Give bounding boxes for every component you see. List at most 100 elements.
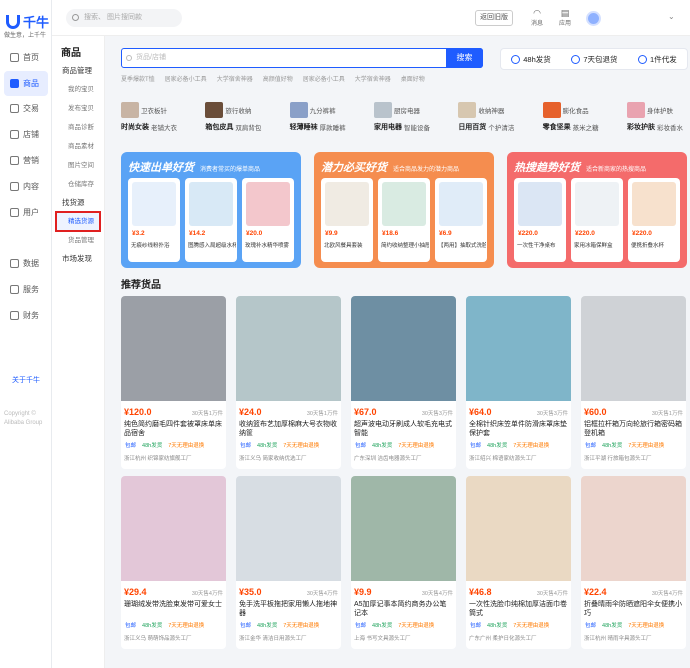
shop-info[interactable]: 浙江杭州 织锦家纺旗舰工厂: [124, 454, 223, 462]
sub-item[interactable]: 货品管理: [52, 231, 104, 250]
nav-item-0[interactable]: 首页: [0, 45, 52, 70]
product-name[interactable]: A5加厚记事本简约商务办公笔记本: [354, 600, 453, 618]
sub-item-selected[interactable]: 精选货源: [55, 211, 101, 232]
qianniu-logo[interactable]: 千牛: [6, 12, 49, 31]
category-sub[interactable]: 膨化食品: [563, 105, 589, 115]
product-image[interactable]: [581, 476, 686, 581]
nav-item-1[interactable]: 商品: [4, 71, 48, 96]
nav-item-6[interactable]: 用户: [0, 200, 52, 225]
promo-product[interactable]: ¥6.9 【两用】抽取式洗脸巾: [435, 178, 487, 262]
product-name[interactable]: 一次性洗脸巾纯棉加厚洁面巾卷筒式: [469, 600, 568, 618]
hot-keyword[interactable]: 高颜值好物: [263, 77, 293, 83]
product-card[interactable]: ¥46.8 30天售4万件 一次性洗脸巾纯棉加厚洁面巾卷筒式 包邮 48h发货 7天无理由…: [466, 476, 571, 649]
product-image[interactable]: [466, 296, 571, 401]
promo-card[interactable]: 快速出单好货 消费者常买的爆单商品 ¥3.2 无痕纱线粉扑浴 ¥14.2 图腾感入局超级水…: [121, 152, 301, 268]
promo-product[interactable]: ¥3.2 无痕纱线粉扑浴: [128, 178, 180, 262]
goods-search-input[interactable]: 货品/店铺: [121, 48, 483, 68]
group-find-source[interactable]: 找货源: [52, 194, 104, 212]
category-sub[interactable]: 蒸米之糖: [573, 122, 599, 132]
product-name[interactable]: 纯色简约磨毛四件套被罩床单床品宿舍: [124, 420, 223, 438]
shop-info[interactable]: 浙江杭州 晴雨伞具源头工厂: [584, 634, 683, 642]
promo-product[interactable]: ¥20.0 玫瑰补水精华喷雾: [242, 178, 294, 262]
promo-product[interactable]: ¥14.2 图腾感入局超级水杯: [185, 178, 237, 262]
shop-info[interactable]: 浙江平湖 行旅箱包源头工厂: [584, 454, 683, 462]
sub-item[interactable]: 仓储库存: [52, 175, 104, 194]
nav-item-2[interactable]: 交易: [0, 96, 52, 121]
promo-product[interactable]: ¥18.6 简约收纳整理小抽屉: [378, 178, 430, 262]
category-main[interactable]: 箱包皮具: [205, 122, 233, 132]
shop-info[interactable]: 上海 书写文具源头工厂: [354, 634, 453, 642]
nav-item-8[interactable]: 服务: [0, 277, 52, 302]
shop-info[interactable]: 浙江金华 清洁日用源头工厂: [239, 634, 338, 642]
promo-product[interactable]: ¥9.9 北欧风餐具套装: [321, 178, 373, 262]
app-button[interactable]: ▤ 应用: [554, 8, 576, 27]
product-image[interactable]: [351, 476, 456, 581]
product-card[interactable]: ¥29.4 30天售4万件 珊瑚绒发带洗脸束发带可爱女士 包邮 48h发货 7天无理由退换…: [121, 476, 226, 649]
category-sub[interactable]: 厨房电器: [394, 105, 420, 115]
promo-card[interactable]: 潜力必买好货 适合商品发力的潜力商品 ¥9.9 北欧风餐具套装 ¥18.6 简约收纳整理小…: [314, 152, 494, 268]
category-main[interactable]: 时尚女装: [121, 122, 149, 132]
shop-info[interactable]: 浙江义乌 萌萌饰品源头工厂: [124, 634, 223, 642]
product-card[interactable]: ¥64.0 30天售3万件 全棉针织床笠单件防滑床罩床垫保护套 包邮 48h发货 7天无理…: [466, 296, 571, 469]
nav-item-4[interactable]: 营销: [0, 148, 52, 173]
category-sub[interactable]: 厚款睡裤: [320, 122, 346, 132]
product-name[interactable]: 珊瑚绒发带洗脸束发带可爱女士: [124, 600, 223, 618]
product-image[interactable]: [236, 476, 341, 581]
promo-product[interactable]: ¥220.0 家用冰箱保鲜盒: [571, 178, 623, 262]
category-sub[interactable]: 个护清洁: [488, 122, 514, 132]
category-sub[interactable]: 旅行收纳: [225, 105, 251, 115]
avatar[interactable]: [586, 11, 601, 26]
category-item[interactable]: 家用电器 厨房电器智能设备: [373, 102, 436, 134]
promo-product[interactable]: ¥220.0 便携折叠水杯: [628, 178, 680, 262]
product-image[interactable]: [351, 296, 456, 401]
nav-item-3[interactable]: 店铺: [0, 122, 52, 147]
category-item[interactable]: 箱包皮具 旅行收纳双肩背包: [205, 102, 267, 134]
category-main[interactable]: 家用电器: [374, 122, 402, 132]
product-name[interactable]: 铝框拉杆箱万向轮旅行箱密码箱登机箱: [584, 420, 683, 438]
category-item[interactable]: 轻薄睡袜 九分裤裤厚款睡裤: [289, 102, 352, 134]
product-card[interactable]: ¥60.0 30天售1万件 铝框拉杆箱万向轮旅行箱密码箱登机箱 包邮 48h发货 7天无理…: [581, 296, 686, 469]
hot-keyword[interactable]: 居家必备小工具: [303, 77, 345, 83]
global-search-input[interactable]: 搜索、 图片搜同款: [66, 9, 182, 27]
search-button[interactable]: 搜索: [446, 48, 483, 68]
shop-info[interactable]: 浙江绍兴 棉语家纺源头工厂: [469, 454, 568, 462]
nav-item-5[interactable]: 内容: [0, 174, 52, 199]
product-name[interactable]: 超声波电动牙刷成人软毛充电式智能: [354, 420, 453, 438]
product-image[interactable]: [121, 476, 226, 581]
sub-item[interactable]: 我的宝贝: [52, 80, 104, 99]
category-sub[interactable]: 智能设备: [404, 122, 430, 132]
sub-item[interactable]: 图片空间: [52, 156, 104, 175]
category-main[interactable]: 彩妆护肤: [627, 122, 655, 132]
hot-keyword[interactable]: 桌面好物: [401, 77, 425, 83]
product-card[interactable]: ¥67.0 30天售3万件 超声波电动牙刷成人软毛充电式智能 包邮 48h发货 7天无理由…: [351, 296, 456, 469]
promo-product[interactable]: ¥220.0 一次性干净桌布: [514, 178, 566, 262]
product-card[interactable]: ¥35.0 30天售4万件 免手洗平板拖把家用懒人拖地神器 包邮 48h发货 7天无理由退…: [236, 476, 341, 649]
product-image[interactable]: [236, 296, 341, 401]
category-sub[interactable]: 双肩背包: [235, 122, 261, 132]
old-version-button[interactable]: 返回旧版: [475, 10, 513, 26]
product-image[interactable]: [581, 296, 686, 401]
about-link[interactable]: 关于千牛: [12, 375, 40, 385]
nav-item-9[interactable]: 财务: [0, 303, 52, 328]
message-button[interactable]: ◠ 消息: [526, 8, 548, 27]
category-main[interactable]: 轻薄睡袜: [290, 122, 318, 132]
category-sub[interactable]: 卫衣板针: [141, 105, 167, 115]
product-name[interactable]: 折叠晴雨伞防晒遮阳伞女便携小巧: [584, 600, 683, 618]
category-item[interactable]: 日用百货 收纳神器 个护清洁: [458, 102, 520, 134]
shop-info[interactable]: 广东广州 柔护日化源头工厂: [469, 634, 568, 642]
category-sub[interactable]: 九分裤裤: [310, 105, 336, 115]
promo-card[interactable]: 热搜趋势好货 适合新商家的热搜商品 ¥220.0 一次性干净桌布 ¥220.0 家用冰箱保…: [507, 152, 687, 268]
product-image[interactable]: [121, 296, 226, 401]
product-name[interactable]: 免手洗平板拖把家用懒人拖地神器: [239, 600, 338, 618]
nav-item-7[interactable]: 数据: [0, 251, 52, 276]
product-card[interactable]: ¥9.9 30天售4万件 A5加厚记事本简约商务办公笔记本 包邮 48h发货 7天无理由退…: [351, 476, 456, 649]
sub-item[interactable]: 发布宝贝: [52, 99, 104, 118]
product-card[interactable]: ¥24.0 30天售1万件 收纳篮布艺加厚棉麻大号衣物收纳筐 包邮 48h发货 7天无理由…: [236, 296, 341, 469]
category-sub[interactable]: 老铺大衣: [151, 122, 177, 132]
hot-keyword[interactable]: 大学宿舍神器: [355, 77, 391, 83]
hot-keyword[interactable]: 居家必备小工具: [165, 77, 207, 83]
category-sub[interactable]: 收纳神器: [478, 105, 504, 115]
product-card[interactable]: ¥120.0 30天售1万件 纯色简约磨毛四件套被罩床单床品宿舍 包邮 48h发货 7天无…: [121, 296, 226, 469]
sub-item[interactable]: 商品素材: [52, 137, 104, 156]
category-main[interactable]: 零食坚果: [543, 122, 571, 132]
